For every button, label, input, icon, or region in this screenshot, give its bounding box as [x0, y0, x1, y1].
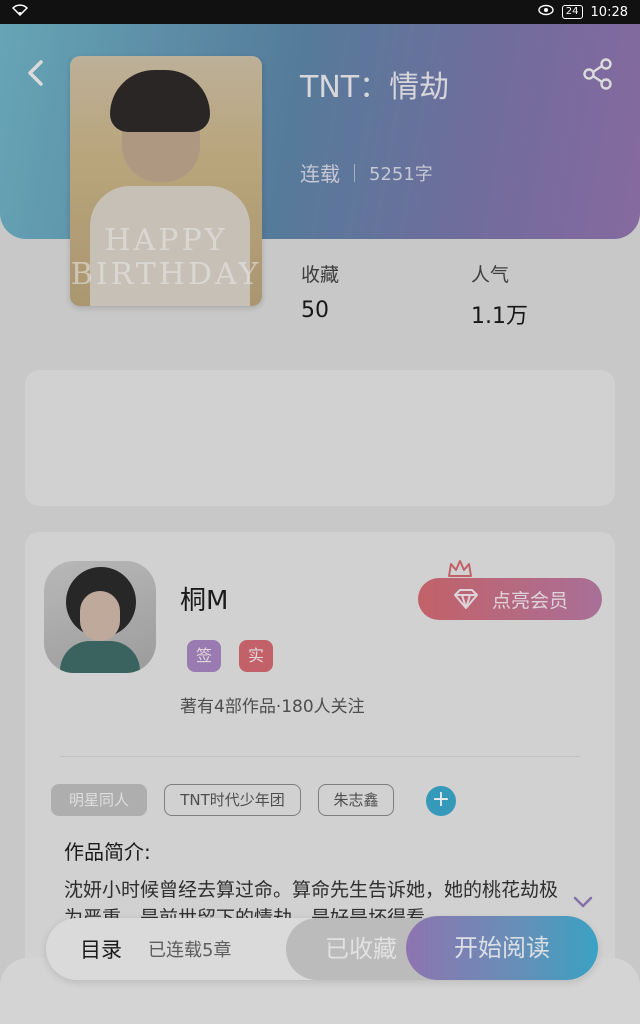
chevron-left-icon — [28, 60, 43, 86]
collect-value: 50 — [301, 298, 329, 323]
placeholder-card — [25, 370, 615, 506]
vip-button[interactable]: 点亮会员 — [418, 578, 602, 620]
back-button[interactable] — [24, 58, 46, 88]
eye-icon — [538, 4, 554, 20]
expand-intro-button[interactable] — [572, 894, 594, 910]
author-name[interactable]: 桐M — [180, 580, 228, 617]
popularity-label: 人气 — [471, 264, 510, 286]
start-reading-button[interactable]: 开始阅读 — [406, 916, 598, 980]
intro-title: 作品简介: — [64, 840, 151, 864]
chapter-count: 已连载5章 — [148, 940, 232, 961]
status-bar: 24 10:28 — [0, 0, 640, 24]
tag-category[interactable]: 明星同人 — [51, 784, 147, 816]
divider — [60, 756, 580, 757]
divider — [354, 163, 355, 182]
signed-badge: 签 — [187, 640, 221, 672]
tag-group[interactable]: TNT时代少年团 — [164, 784, 301, 816]
catalog-button[interactable]: 目录 — [80, 934, 122, 964]
serial-status: 连载 — [300, 162, 340, 186]
diamond-icon — [453, 589, 478, 609]
crown-icon — [446, 558, 474, 580]
collect-label: 收藏 — [301, 264, 340, 286]
book-meta: 连载 5251字 — [300, 158, 433, 187]
clock: 10:28 — [590, 4, 628, 20]
author-avatar[interactable] — [44, 561, 156, 673]
vip-button-label: 点亮会员 — [491, 589, 568, 612]
word-count: 5251字 — [369, 163, 433, 185]
chevron-down-icon — [573, 896, 593, 908]
verified-badge: 实 — [239, 640, 273, 672]
add-tag-button[interactable]: + — [426, 786, 456, 816]
popularity-value: 1.1万 — [471, 304, 528, 329]
share-icon — [583, 58, 612, 90]
tag-person[interactable]: 朱志鑫 — [318, 784, 394, 816]
book-cover[interactable]: HAPPY BIRTHDAY — [70, 56, 262, 306]
battery-indicator: 24 — [561, 5, 583, 19]
cover-text: HAPPY BIRTHDAY — [70, 223, 262, 292]
wifi-icon — [11, 4, 29, 20]
book-title: TNT：情劫 — [300, 70, 450, 105]
share-button[interactable] — [580, 56, 616, 92]
author-stats: 著有4部作品·180人关注 — [180, 697, 365, 717]
